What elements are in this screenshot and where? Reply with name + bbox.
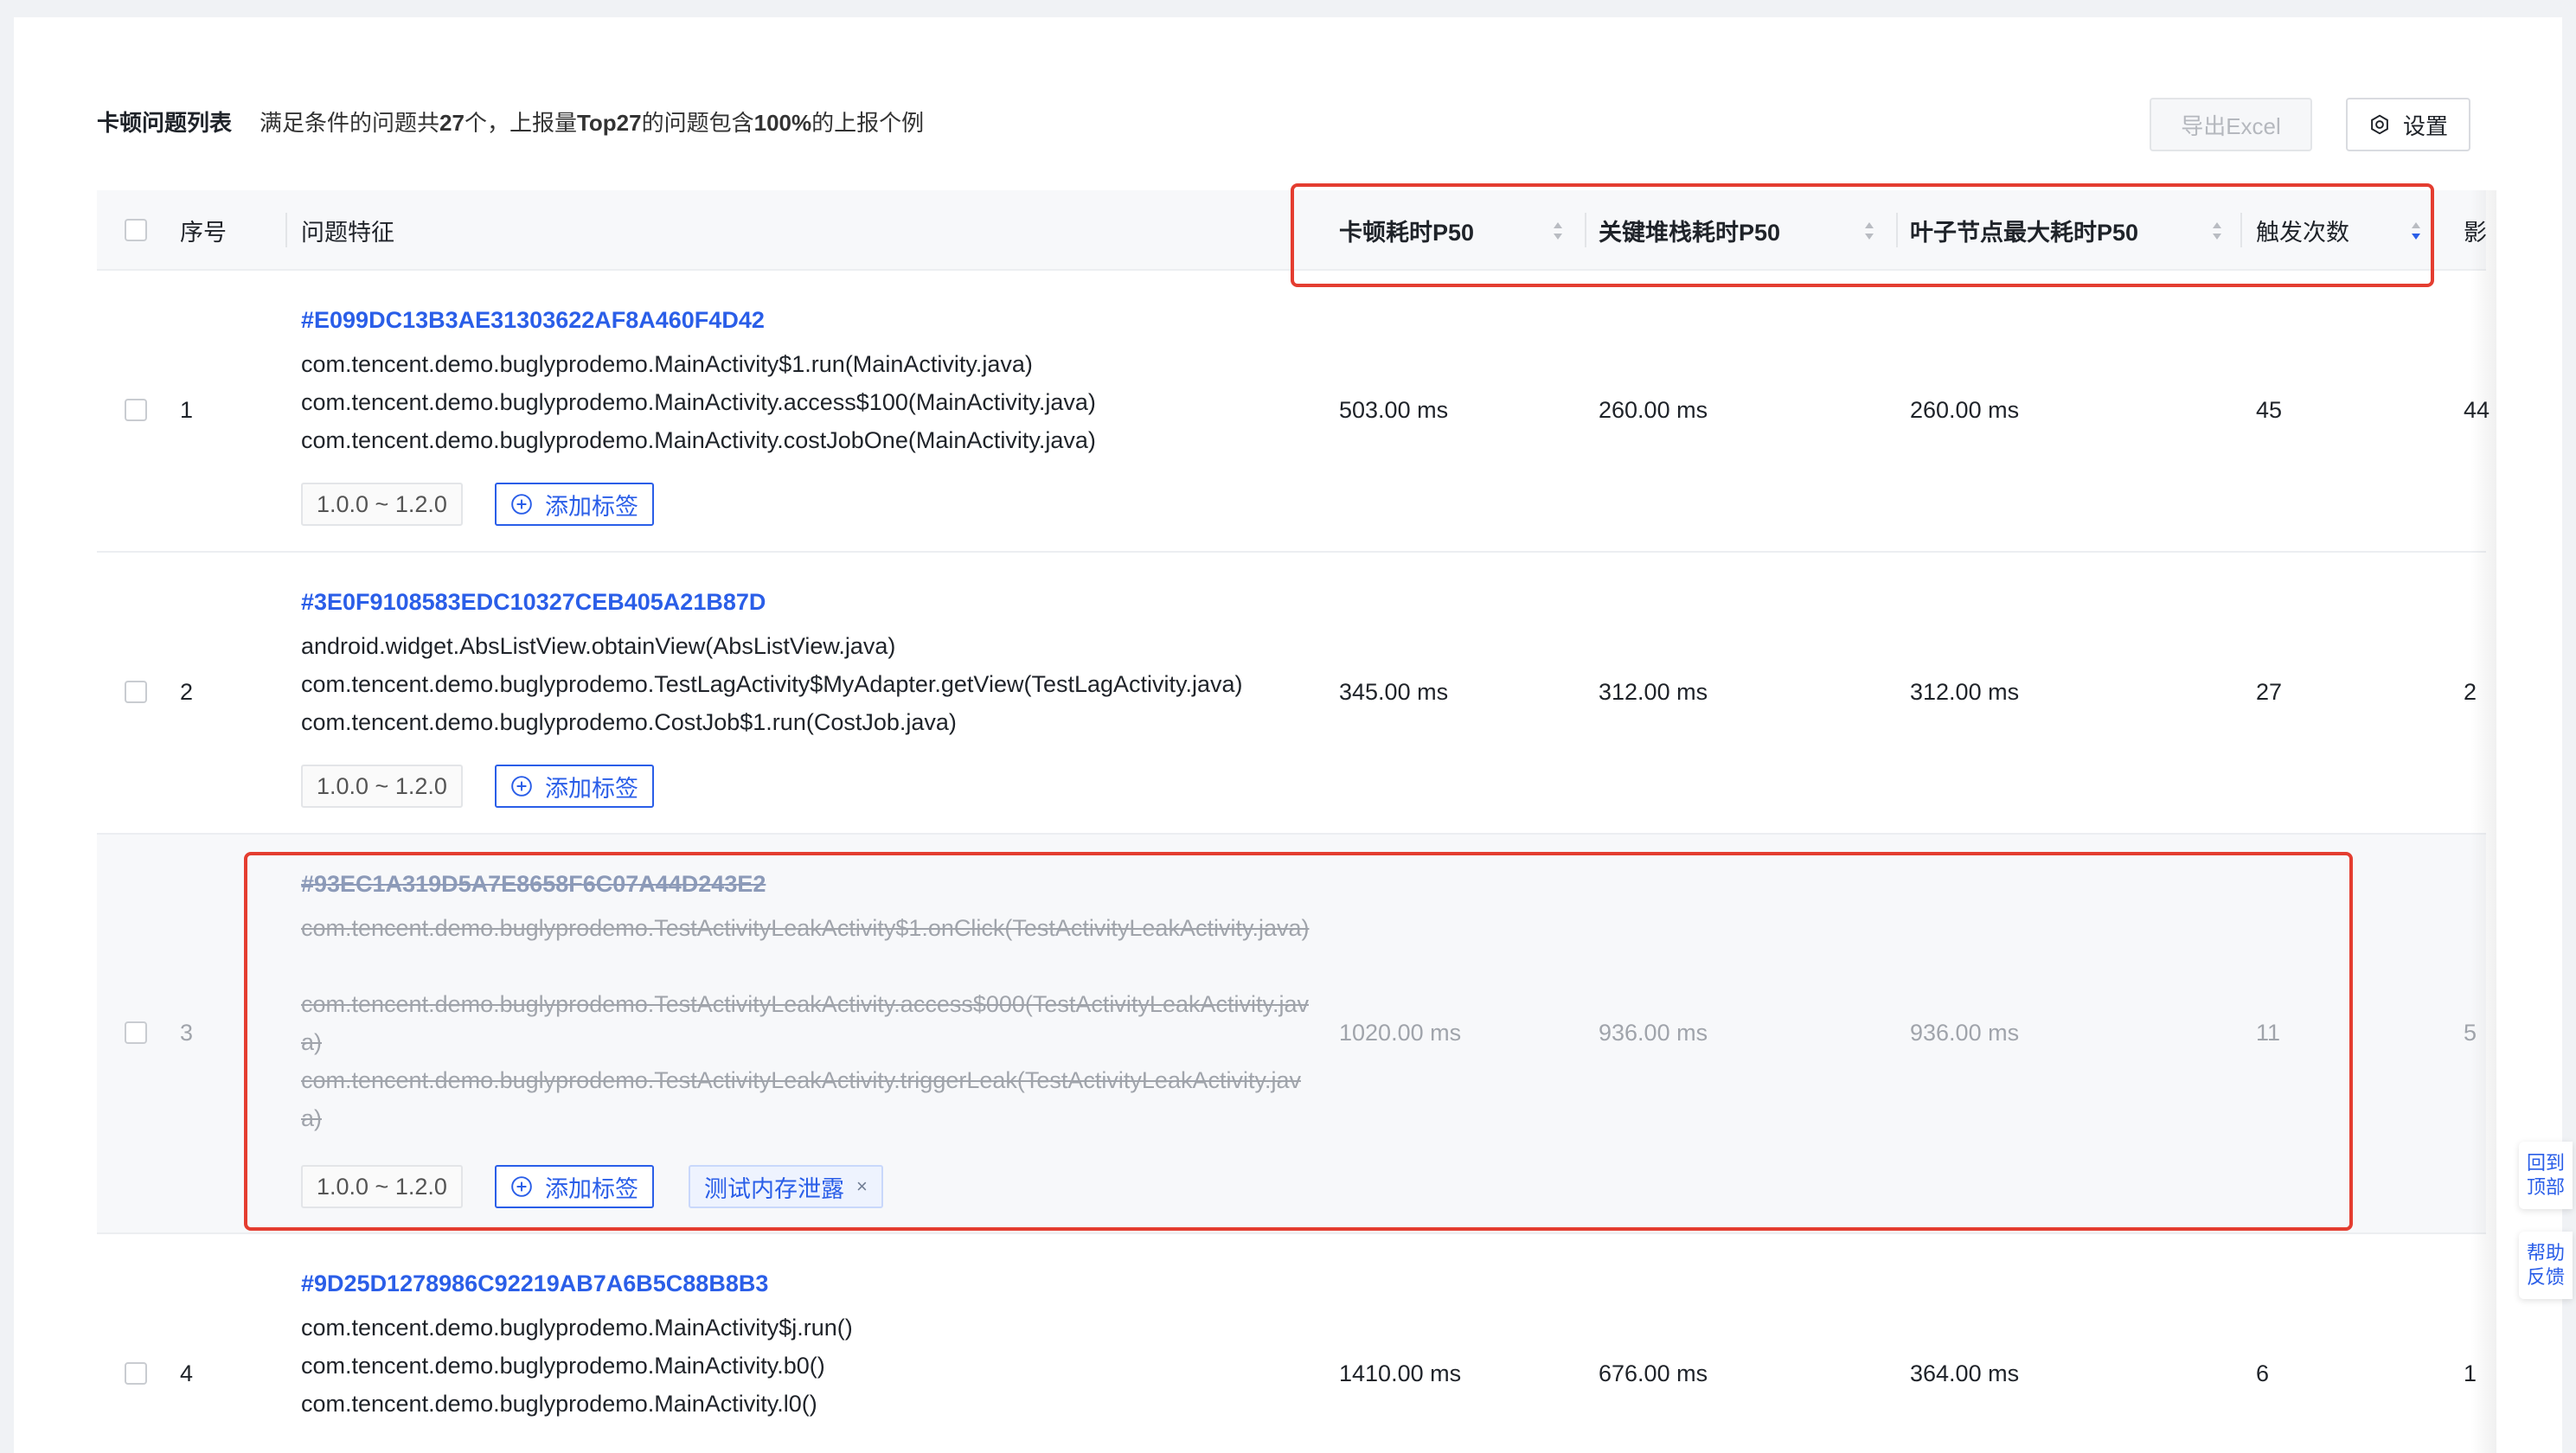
stack-line: com.tencent.demo.buglyprodemo.CostJob$1.… (301, 709, 957, 735)
version-tag: 1.0.0 ~ 1.2.0 (301, 1165, 463, 1208)
trigger-count-value: 6 (2256, 1360, 2270, 1386)
stack-line: com.tencent.demo.buglyprodemo.TestActivi… (301, 1067, 1301, 1131)
close-icon[interactable]: × (856, 1175, 868, 1198)
export-excel-label: 导出Excel (2181, 112, 2281, 139)
select-all-checkbox[interactable] (125, 219, 147, 241)
column-index: 序号 (180, 220, 227, 246)
row-checkbox[interactable] (125, 1021, 147, 1044)
issue-id-link[interactable]: #E099DC13B3AE31303622AF8A460F4D42 (301, 307, 765, 334)
table-row[interactable]: 3 #93EC1A319D5A7E8658F6C07A44D243E2 com.… (97, 835, 2486, 1234)
trigger-count-value: 45 (2256, 397, 2283, 423)
plus-circle-icon (511, 494, 532, 515)
row-index: 1 (180, 397, 194, 423)
sort-icon[interactable] (1552, 219, 1564, 243)
back-to-top-label: 回到顶部 (2526, 1152, 2565, 1198)
column-trigger-count[interactable]: 触发次数 (2256, 190, 2349, 271)
issue-id-link[interactable]: #3E0F9108583EDC10327CEB405A21B87D (301, 589, 766, 616)
help-feedback-button[interactable]: 帮助反馈 (2519, 1232, 2573, 1299)
stack-line: com.tencent.demo.buglyprodemo.MainActivi… (301, 427, 1096, 453)
issue-list-card: 卡顿问题列表 满足条件的问题共27个，上报量Top27的问题包含100%的上报个… (14, 17, 2562, 1453)
add-tag-button[interactable]: 添加标签 (495, 483, 654, 526)
summary-text: 满足条件的问题共27个，上报量Top27的问题包含100%的上报个例 (260, 109, 925, 136)
row-index: 4 (180, 1360, 194, 1386)
column-lag-p50[interactable]: 卡顿耗时P50 (1339, 190, 1474, 271)
version-tag: 1.0.0 ~ 1.2.0 (301, 765, 463, 808)
sort-icon[interactable] (2410, 219, 2422, 243)
table-row[interactable]: 1 #E099DC13B3AE31303622AF8A460F4D42 com.… (97, 271, 2489, 553)
stack-p50-value: 260.00 ms (1599, 397, 1708, 423)
sort-icon[interactable] (1863, 219, 1875, 243)
settings-button[interactable]: 设置 (2346, 98, 2470, 151)
stack-line: com.tencent.demo.buglyprodemo.MainActivi… (301, 351, 1033, 377)
row-checkbox[interactable] (125, 1362, 147, 1385)
horizontal-scroll-shadow (2470, 190, 2496, 1453)
stack-line: com.tencent.demo.buglyprodemo.MainActivi… (301, 1391, 817, 1417)
add-tag-label: 添加标签 (545, 775, 638, 802)
lag-p50-value: 503.00 ms (1339, 397, 1449, 423)
leaf-p50-value: 364.00 ms (1910, 1360, 2020, 1386)
row-checkbox[interactable] (125, 681, 147, 703)
add-tag-label: 添加标签 (545, 493, 638, 520)
lag-p50-value: 1410.00 ms (1339, 1360, 1462, 1386)
plus-circle-icon (511, 776, 532, 797)
row-checkbox[interactable] (125, 399, 147, 421)
issue-id-link[interactable]: #9D25D1278986C92219AB7A6B5C88B8B3 (301, 1271, 768, 1297)
version-tag: 1.0.0 ~ 1.2.0 (301, 483, 463, 526)
issue-label-text: 测试内存泄露 (704, 1175, 844, 1202)
stack-line: com.tencent.demo.buglyprodemo.MainActivi… (301, 389, 1096, 415)
table-row[interactable]: 4 #9D25D1278986C92219AB7A6B5C88B8B3 com.… (97, 1234, 2486, 1453)
column-divider (2240, 213, 2242, 247)
page-title: 卡顿问题列表 (97, 109, 233, 136)
leaf-p50-value: 936.00 ms (1910, 1020, 2020, 1046)
settings-label: 设置 (2402, 112, 2448, 139)
issue-id-link[interactable]: #93EC1A319D5A7E8658F6C07A44D243E2 (301, 871, 766, 898)
column-stack-p50[interactable]: 关键堆栈耗时P50 (1599, 190, 1780, 271)
gear-icon (2371, 114, 2388, 135)
add-tag-label: 添加标签 (545, 1175, 638, 1202)
column-leaf-p50[interactable]: 叶子节点最大耗时P50 (1910, 190, 2138, 271)
stack-line: com.tencent.demo.buglyprodemo.TestActivi… (301, 915, 1310, 941)
trigger-count-value: 11 (2256, 1020, 2281, 1046)
column-divider (285, 213, 287, 247)
sort-icon[interactable] (2211, 219, 2223, 243)
stack-p50-value: 936.00 ms (1599, 1020, 1708, 1046)
issue-label-tag[interactable]: 测试内存泄露 × (689, 1165, 883, 1208)
leaf-p50-value: 312.00 ms (1910, 679, 2020, 705)
add-tag-button[interactable]: 添加标签 (495, 765, 654, 808)
plus-circle-icon (511, 1176, 532, 1197)
stack-line: android.widget.AbsListView.obtainView(Ab… (301, 633, 896, 659)
stack-line: com.tencent.demo.buglyprodemo.MainActivi… (301, 1353, 825, 1379)
stack-p50-value: 312.00 ms (1599, 679, 1708, 705)
trigger-count-value: 27 (2256, 679, 2283, 705)
list-header: 卡顿问题列表 满足条件的问题共27个，上报量Top27的问题包含100%的上报个… (97, 99, 924, 143)
column-feature: 问题特征 (301, 220, 394, 246)
add-tag-button[interactable]: 添加标签 (495, 1165, 654, 1208)
table-row[interactable]: 2 #3E0F9108583EDC10327CEB405A21B87D andr… (97, 553, 2486, 835)
stack-line: com.tencent.demo.buglyprodemo.TestLagAct… (301, 671, 1243, 697)
export-excel-button[interactable]: 导出Excel (2150, 98, 2312, 151)
stack-p50-value: 676.00 ms (1599, 1360, 1708, 1386)
stack-line: com.tencent.demo.buglyprodemo.TestActivi… (301, 991, 1309, 1055)
column-divider (1896, 213, 1898, 247)
column-divider (1585, 213, 1586, 247)
table-header: 序号 问题特征 卡顿耗时P50 关键堆栈耗时P50 叶子节点最大耗时P50 触发… (97, 190, 2487, 271)
row-index: 2 (180, 679, 194, 705)
help-feedback-label: 帮助反馈 (2526, 1242, 2565, 1288)
lag-p50-value: 1020.00 ms (1339, 1020, 1462, 1046)
lag-p50-value: 345.00 ms (1339, 679, 1449, 705)
leaf-p50-value: 260.00 ms (1910, 397, 2020, 423)
back-to-top-button[interactable]: 回到顶部 (2519, 1142, 2573, 1209)
stack-line: com.tencent.demo.buglyprodemo.MainActivi… (301, 1315, 853, 1341)
row-index: 3 (180, 1020, 194, 1046)
